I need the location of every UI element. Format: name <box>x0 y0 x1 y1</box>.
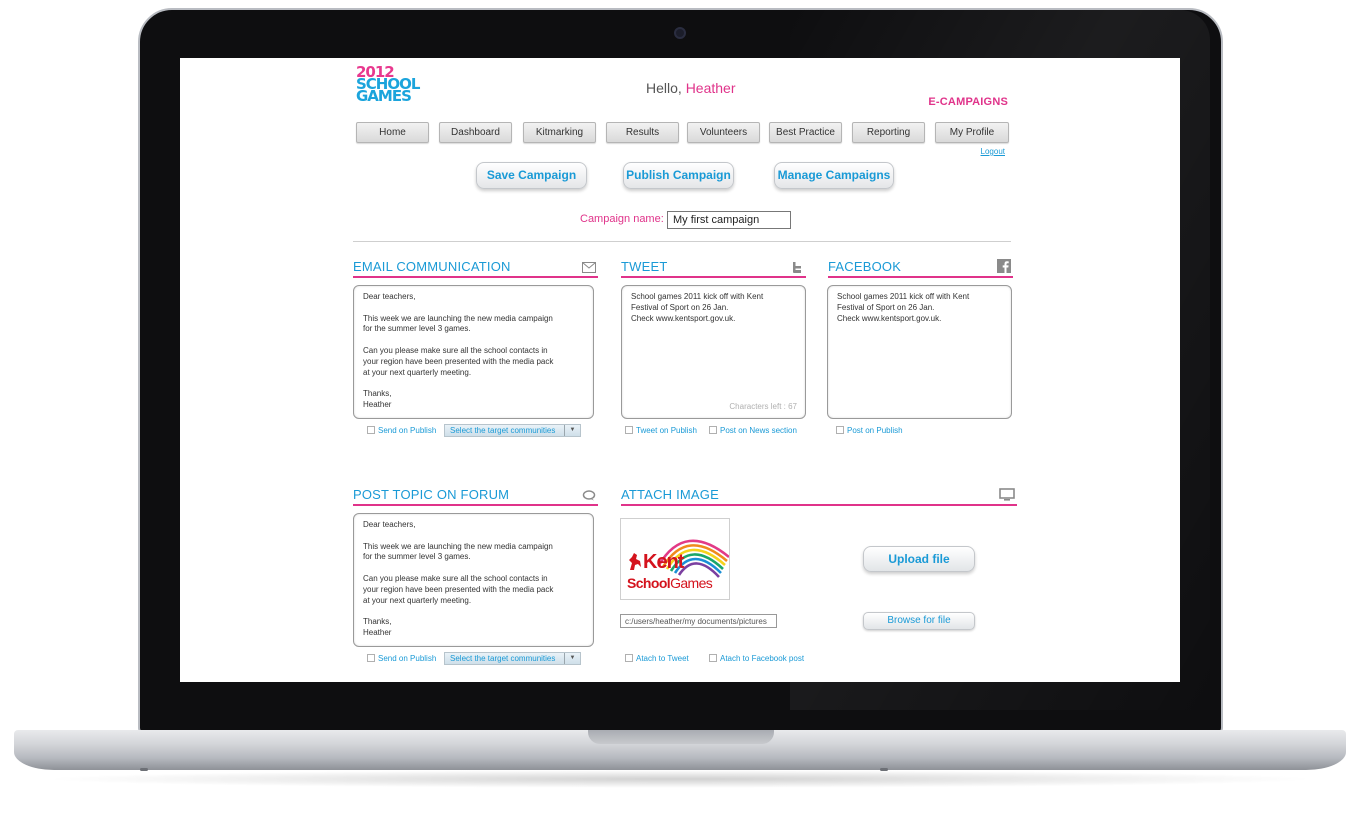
forum-panel-header: POST TOPIC ON FORUM <box>353 486 598 506</box>
greeting-text: Hello, <box>646 80 682 96</box>
manage-campaigns-button[interactable]: Manage Campaigns <box>774 162 894 189</box>
email-target-label: Select the target communities <box>450 426 556 435</box>
attach-to-facebook-post[interactable]: Atach to Facebook post <box>709 653 804 665</box>
chevron-down-icon: ▼ <box>564 425 580 436</box>
facebook-panel-header: FACEBOOK <box>828 258 1013 278</box>
laptop-shadow <box>40 770 1320 788</box>
laptop-foot <box>140 768 148 771</box>
checkbox[interactable] <box>709 426 717 434</box>
logo-games-word: Games <box>670 575 713 591</box>
save-campaign-button[interactable]: Save Campaign <box>476 162 587 189</box>
school-games-logo[interactable]: 2012 SCHOOL GAMES <box>356 65 426 110</box>
email-panel-title: EMAIL COMMUNICATION <box>353 259 511 274</box>
publish-campaign-button[interactable]: Publish Campaign <box>623 162 734 189</box>
tweet-text: School games 2011 kick off with Kent Fes… <box>631 292 764 323</box>
characters-left: Characters left : 67 <box>729 402 797 412</box>
tweet-on-publish[interactable]: Tweet on Publish <box>625 425 697 437</box>
greeting: Hello, Heather <box>646 80 736 96</box>
tweet-body[interactable]: School games 2011 kick off with Kent Fes… <box>621 285 806 419</box>
checkbox[interactable] <box>625 426 633 434</box>
email-target-dropdown[interactable]: Select the target communities ▼ <box>444 424 581 437</box>
facebook-post-on-publish-label: Post on Publish <box>847 426 903 435</box>
section-title: E-CAMPAIGNS <box>928 96 1008 108</box>
upload-file-button[interactable]: Upload file <box>863 546 975 572</box>
nav-my-profile[interactable]: My Profile <box>935 122 1009 143</box>
file-path-field[interactable]: c:/users/heather/my documents/pictures <box>620 614 777 628</box>
email-panel-header: EMAIL COMMUNICATION <box>353 258 598 278</box>
kent-logo-text: Kent <box>643 551 684 573</box>
chevron-down-icon: ▼ <box>564 653 580 664</box>
main-nav: Home Dashboard Kitmarking Results Volunt… <box>356 122 1010 144</box>
forum-target-label: Select the target communities <box>450 654 556 663</box>
logo-school-word: School <box>627 575 671 591</box>
browse-for-file-button[interactable]: Browse for file <box>863 612 975 630</box>
nav-kitmarking[interactable]: Kitmarking <box>523 122 596 143</box>
email-body[interactable]: Dear teachers, This week we are launchin… <box>353 285 594 419</box>
facebook-panel-title: FACEBOOK <box>828 259 902 274</box>
facebook-post-on-publish[interactable]: Post on Publish <box>836 425 903 437</box>
image-panel-header: ATTACH IMAGE <box>621 486 1017 506</box>
image-panel-title: ATTACH IMAGE <box>621 487 719 502</box>
envelope-icon <box>582 262 596 273</box>
laptop-notch <box>588 730 774 744</box>
kent-horse-icon <box>629 553 641 570</box>
facebook-icon <box>997 259 1011 273</box>
twitter-icon <box>793 262 801 273</box>
user-name: Heather <box>685 80 736 96</box>
tweet-panel-title: TWEET <box>621 259 668 274</box>
checkbox[interactable] <box>836 426 844 434</box>
monitor-icon <box>999 488 1015 501</box>
forum-panel-title: POST TOPIC ON FORUM <box>353 487 510 502</box>
forum-send-on-publish[interactable]: Send on Publish <box>367 653 436 665</box>
checkbox[interactable] <box>625 654 633 662</box>
facebook-body[interactable]: School games 2011 kick off with Kent Fes… <box>827 285 1012 419</box>
logout-link[interactable]: Logout <box>981 147 1005 156</box>
tweet-panel-header: TWEET <box>621 258 806 278</box>
post-on-news-section[interactable]: Post on News section <box>709 425 797 437</box>
post-on-news-label: Post on News section <box>720 426 797 435</box>
laptop-foot <box>880 768 888 771</box>
forum-send-on-publish-label: Send on Publish <box>378 654 437 663</box>
checkbox[interactable] <box>367 426 375 434</box>
campaign-name-label: Campaign name: <box>580 213 664 225</box>
forum-body[interactable]: Dear teachers, This week we are launchin… <box>353 513 594 647</box>
speech-bubble-icon <box>582 490 596 501</box>
campaign-name-input[interactable] <box>667 211 791 229</box>
school-games-logo-text: SchoolGames <box>627 575 713 591</box>
nav-home[interactable]: Home <box>356 122 429 143</box>
nav-results[interactable]: Results <box>606 122 679 143</box>
nav-dashboard[interactable]: Dashboard <box>439 122 512 143</box>
kent-school-games-image: Kent SchoolGames <box>620 518 730 600</box>
checkbox[interactable] <box>367 654 375 662</box>
divider <box>353 241 1011 242</box>
attach-to-tweet-label: Atach to Tweet <box>636 654 689 663</box>
forum-target-dropdown[interactable]: Select the target communities ▼ <box>444 652 581 665</box>
attach-to-tweet[interactable]: Atach to Tweet <box>625 653 689 665</box>
nav-reporting[interactable]: Reporting <box>852 122 925 143</box>
attach-to-facebook-label: Atach to Facebook post <box>720 654 805 663</box>
email-send-on-publish-label: Send on Publish <box>378 426 437 435</box>
camera-icon <box>674 27 686 39</box>
nav-volunteers[interactable]: Volunteers <box>687 122 760 143</box>
nav-best-practice[interactable]: Best Practice <box>769 122 842 143</box>
screen: 2012 SCHOOL GAMES Hello, Heather E-CAMPA… <box>180 58 1180 682</box>
email-send-on-publish[interactable]: Send on Publish <box>367 425 436 437</box>
checkbox[interactable] <box>709 654 717 662</box>
tweet-on-publish-label: Tweet on Publish <box>636 426 697 435</box>
